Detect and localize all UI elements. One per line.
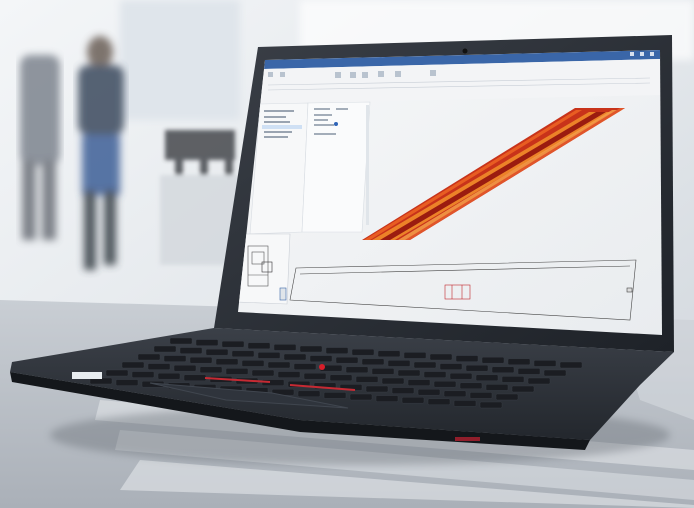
keyboard-key[interactable]	[283, 353, 307, 361]
keyboard-key[interactable]	[189, 357, 213, 364]
keyboard-key[interactable]	[195, 339, 219, 346]
keyboard-key[interactable]	[479, 401, 503, 409]
keyboard-key[interactable]	[105, 369, 129, 377]
keyboard-key[interactable]	[533, 360, 557, 367]
keyboard-key[interactable]	[173, 365, 197, 372]
keyboard-key[interactable]	[413, 361, 437, 369]
keyboard-key[interactable]	[371, 368, 395, 375]
keyboard-key[interactable]	[495, 393, 519, 401]
keyboard-key[interactable]	[485, 384, 509, 391]
keyboard-key[interactable]	[329, 374, 353, 381]
keyboard-key[interactable]	[205, 349, 229, 356]
keyboard-key[interactable]	[465, 365, 489, 372]
keyboard-key[interactable]	[459, 382, 483, 389]
keyboard-key[interactable]	[293, 363, 317, 370]
radio-option-icon[interactable]	[334, 122, 338, 126]
keyboard-key[interactable]	[157, 373, 181, 380]
keyboard-key[interactable]	[403, 352, 427, 359]
keyboard-key[interactable]	[433, 381, 457, 388]
keyboard-key[interactable]	[179, 347, 203, 354]
keyboard-key[interactable]	[323, 392, 347, 399]
keyboard-key[interactable]	[507, 358, 531, 365]
keyboard-key[interactable]	[559, 361, 583, 369]
keyboard-key[interactable]	[231, 350, 255, 357]
keyboard-key[interactable]	[325, 347, 349, 354]
keyboard-key[interactable]	[481, 357, 505, 364]
keyboard-key[interactable]	[443, 390, 467, 397]
keyboard-key[interactable]	[429, 353, 453, 361]
keyboard-key[interactable]	[355, 376, 379, 383]
keyboard-key[interactable]	[491, 366, 515, 373]
keyboard-key[interactable]	[543, 369, 567, 377]
keyboard-key[interactable]	[469, 392, 493, 399]
keyboard-key[interactable]	[423, 371, 447, 378]
window-minimize-icon[interactable]	[630, 52, 634, 56]
window-maximize-icon[interactable]	[640, 52, 644, 56]
keyboard-key[interactable]	[251, 369, 275, 377]
keyboard-key[interactable]	[299, 345, 323, 353]
keyboard-key[interactable]	[303, 373, 327, 380]
keyboard-key[interactable]	[377, 350, 401, 357]
keyboard-key[interactable]	[407, 379, 431, 386]
keyboard-key[interactable]	[361, 358, 385, 365]
tree-item-selected[interactable]	[262, 125, 302, 129]
keyboard-key[interactable]	[241, 360, 265, 367]
keyboard-key[interactable]	[375, 395, 399, 402]
webcam-icon	[462, 48, 468, 54]
keyboard-key[interactable]	[199, 366, 223, 373]
brand-logo	[455, 437, 480, 441]
keyboard-key[interactable]	[417, 389, 441, 396]
keyboard-key[interactable]	[309, 355, 333, 362]
keyboard-key[interactable]	[365, 385, 389, 393]
keyboard-key[interactable]	[147, 363, 171, 370]
keyboard-key[interactable]	[267, 361, 291, 369]
keyboard-key[interactable]	[527, 377, 551, 385]
properties-pane	[301, 101, 371, 233]
keyboard-key[interactable]	[345, 366, 369, 373]
keyboard-key[interactable]	[397, 369, 421, 377]
keyboard-key[interactable]	[273, 344, 297, 351]
keyboard-key[interactable]	[257, 352, 281, 359]
keyboard-key[interactable]	[297, 390, 321, 397]
keyboard-key[interactable]	[247, 342, 271, 349]
keyboard-key[interactable]	[381, 377, 405, 385]
keyboard-key[interactable]	[439, 363, 463, 370]
keyboard-key[interactable]	[137, 353, 161, 361]
keyboard-key[interactable]	[163, 355, 187, 362]
keyboard-key[interactable]	[391, 387, 415, 394]
trackpoint-icon[interactable]	[319, 364, 325, 370]
keyboard-key[interactable]	[153, 345, 177, 353]
laptop-screen	[238, 50, 662, 335]
keyboard-key[interactable]	[449, 373, 473, 380]
keyboard-key[interactable]	[517, 368, 541, 375]
keyboard-key[interactable]	[475, 374, 499, 381]
keyboard-key[interactable]	[115, 379, 139, 386]
window-close-icon[interactable]	[650, 52, 654, 56]
keyboard-key[interactable]	[455, 355, 479, 362]
keyboard-key[interactable]	[511, 385, 535, 393]
laptop-sticker	[72, 372, 102, 379]
keyboard-key[interactable]	[221, 341, 245, 348]
keyboard-key[interactable]	[183, 374, 207, 381]
keyboard-key[interactable]	[351, 349, 375, 356]
keyboard-key[interactable]	[501, 376, 525, 383]
keyboard-key[interactable]	[401, 397, 425, 404]
keyboard-key[interactable]	[349, 393, 373, 401]
keyboard-key[interactable]	[131, 371, 155, 378]
keyboard-key[interactable]	[215, 358, 239, 365]
keyboard-key[interactable]	[225, 368, 249, 375]
keyboard-key[interactable]	[121, 361, 145, 369]
keyboard-key[interactable]	[387, 360, 411, 367]
photo-scene	[0, 0, 694, 508]
keyboard-key[interactable]	[453, 400, 477, 407]
keyboard-key[interactable]	[427, 398, 451, 405]
keyboard-key[interactable]	[277, 371, 301, 378]
keyboard-key[interactable]	[169, 337, 193, 345]
keyboard-key[interactable]	[335, 357, 359, 364]
